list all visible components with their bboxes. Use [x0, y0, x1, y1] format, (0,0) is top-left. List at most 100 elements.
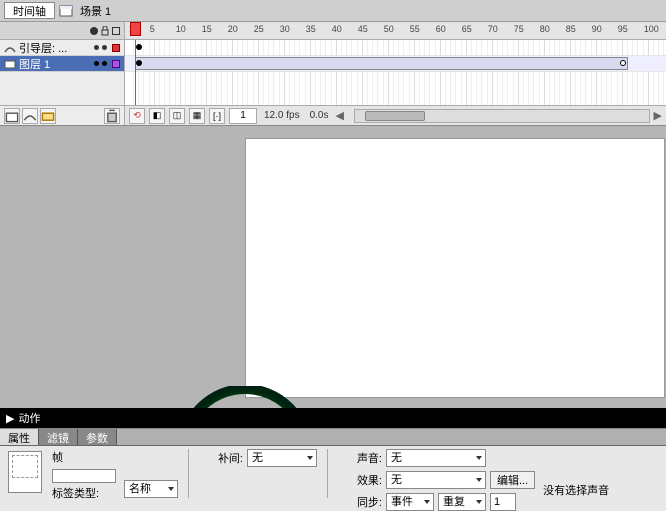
- ruler-tick: 30: [280, 24, 290, 34]
- sound-label: 声音:: [338, 450, 382, 466]
- ruler-tick: 20: [228, 24, 238, 34]
- scene-label: 场景 1: [80, 3, 111, 19]
- ruler-tick: 65: [462, 24, 472, 34]
- onion-outline-button[interactable]: ◫: [169, 108, 185, 124]
- layer-row[interactable]: 图层 1: [0, 56, 124, 72]
- top-tab-bar: 时间轴 场景 1: [0, 0, 666, 22]
- timeline-status-bar: ⟲ ◧ ◫ ▦ [·] 1 12.0 fps 0.0s ◀ ▶: [125, 105, 666, 125]
- current-frame-field[interactable]: 1: [229, 108, 257, 124]
- outline-icon[interactable]: [112, 27, 120, 35]
- no-sound-text: 没有选择声音: [543, 482, 609, 498]
- onion-skin-button[interactable]: ◧: [149, 108, 165, 124]
- stage[interactable]: [245, 138, 665, 398]
- ruler-tick: 90: [592, 24, 602, 34]
- lock-icon[interactable]: [100, 26, 110, 36]
- guide-layer-icon: [4, 42, 16, 54]
- canvas-area[interactable]: [0, 126, 666, 408]
- tab-params[interactable]: 参数: [78, 429, 117, 445]
- layer-row[interactable]: 引导层: ...: [0, 40, 124, 56]
- layer-vis-dot[interactable]: [94, 61, 99, 66]
- effect-label: 效果:: [338, 472, 382, 488]
- tween-span[interactable]: [135, 57, 628, 70]
- layers-footer: [0, 105, 124, 125]
- timeline-panel: 引导层: ...图层 1 151015202530354045505560657…: [0, 22, 666, 126]
- properties-tabs: 属性 滤镜 参数: [0, 429, 666, 446]
- ruler-tick: 70: [488, 24, 498, 34]
- ruler-tick: 15: [202, 24, 212, 34]
- ruler-tick: 25: [254, 24, 264, 34]
- layers-column: 引导层: ...图层 1: [0, 22, 125, 125]
- label-type-select[interactable]: 名称: [124, 480, 178, 498]
- onion-markers-button[interactable]: [·]: [209, 108, 225, 124]
- playhead-handle-icon[interactable]: [130, 22, 141, 36]
- scrollbar-thumb[interactable]: [365, 111, 425, 121]
- add-layer-button[interactable]: [4, 108, 20, 124]
- tab-properties[interactable]: 属性: [0, 429, 39, 445]
- wheel-graphic[interactable]: [180, 386, 310, 408]
- scroll-right-icon[interactable]: ▶: [654, 109, 662, 122]
- ruler-tick: 45: [358, 24, 368, 34]
- delete-layer-button[interactable]: [104, 108, 120, 124]
- repeat-count-input[interactable]: [490, 493, 516, 511]
- sync-label: 同步:: [338, 494, 382, 510]
- effect-select[interactable]: 无: [386, 471, 486, 489]
- tween-select[interactable]: 无: [247, 449, 317, 467]
- timeline-tracks-column: 1510152025303540455055606570758085909510…: [125, 22, 666, 125]
- ruler-tick: 10: [176, 24, 186, 34]
- center-frame-button[interactable]: ⟲: [129, 108, 145, 124]
- ruler-tick: 50: [384, 24, 394, 34]
- layer-color-swatch[interactable]: [112, 60, 120, 68]
- actions-title: 动作: [18, 410, 40, 426]
- layer-lock-dot[interactable]: [102, 45, 107, 50]
- track-row-layer1[interactable]: [125, 56, 666, 72]
- layer-icon: [4, 58, 16, 70]
- frame-thumbnail: [8, 451, 42, 493]
- edit-effect-button[interactable]: 编辑...: [490, 471, 535, 489]
- elapsed-time-text: 0.0s: [307, 110, 332, 121]
- ruler-tick: 55: [410, 24, 420, 34]
- ruler-tick: 5: [150, 24, 155, 34]
- ruler-tick: 60: [436, 24, 446, 34]
- timeline-tab[interactable]: 时间轴: [4, 2, 55, 19]
- properties-panel: 属性 滤镜 参数 帧 标签类型: 名称 补间: 无 声音: 无 效果:: [0, 428, 666, 500]
- layer-vis-dot[interactable]: [94, 45, 99, 50]
- ruler-tick: 95: [618, 24, 628, 34]
- layers-header: [0, 22, 124, 40]
- layer-lock-dot[interactable]: [102, 61, 107, 66]
- tab-filters[interactable]: 滤镜: [39, 429, 78, 445]
- scene-icon: [59, 4, 73, 18]
- add-guide-button[interactable]: [22, 108, 38, 124]
- actions-panel-header[interactable]: ▶ 动作: [0, 408, 666, 428]
- repeat-select[interactable]: 重复: [438, 493, 486, 511]
- ruler-tick: 85: [566, 24, 576, 34]
- track-row-guide[interactable]: [125, 40, 666, 56]
- frame-label: 帧: [52, 449, 63, 465]
- keyframe-end-icon[interactable]: [620, 60, 626, 66]
- keyframe-start-icon[interactable]: [136, 60, 142, 66]
- ruler-tick: 35: [306, 24, 316, 34]
- edit-multi-button[interactable]: ▦: [189, 108, 205, 124]
- visibility-icon[interactable]: [90, 27, 98, 35]
- tracks-area[interactable]: [125, 40, 666, 105]
- playhead[interactable]: [135, 40, 136, 105]
- layer-color-swatch[interactable]: [112, 44, 120, 52]
- layer-name: 引导层: ...: [19, 40, 67, 56]
- frame-ruler[interactable]: 1510152025303540455055606570758085909510…: [125, 22, 666, 40]
- ruler-tick: 100: [644, 24, 659, 34]
- ruler-tick: 40: [332, 24, 342, 34]
- add-folder-button[interactable]: [40, 108, 56, 124]
- sound-select[interactable]: 无: [386, 449, 486, 467]
- label-type-label: 标签类型:: [52, 485, 99, 501]
- properties-body: 帧 标签类型: 名称 补间: 无 声音: 无 效果: 无 编辑...: [0, 446, 666, 501]
- sync-select[interactable]: 事件: [386, 493, 434, 511]
- fps-text[interactable]: 12.0 fps: [261, 110, 303, 121]
- ruler-tick: 75: [514, 24, 524, 34]
- timeline-scrollbar[interactable]: [354, 109, 650, 123]
- tween-label: 补间:: [199, 450, 243, 466]
- expand-icon[interactable]: ▶: [6, 412, 14, 425]
- layer-name: 图层 1: [19, 56, 50, 72]
- frame-name-input[interactable]: [52, 469, 116, 483]
- scroll-left-icon[interactable]: ◀: [336, 109, 344, 122]
- ruler-tick: 80: [540, 24, 550, 34]
- keyframe-icon[interactable]: [136, 44, 142, 50]
